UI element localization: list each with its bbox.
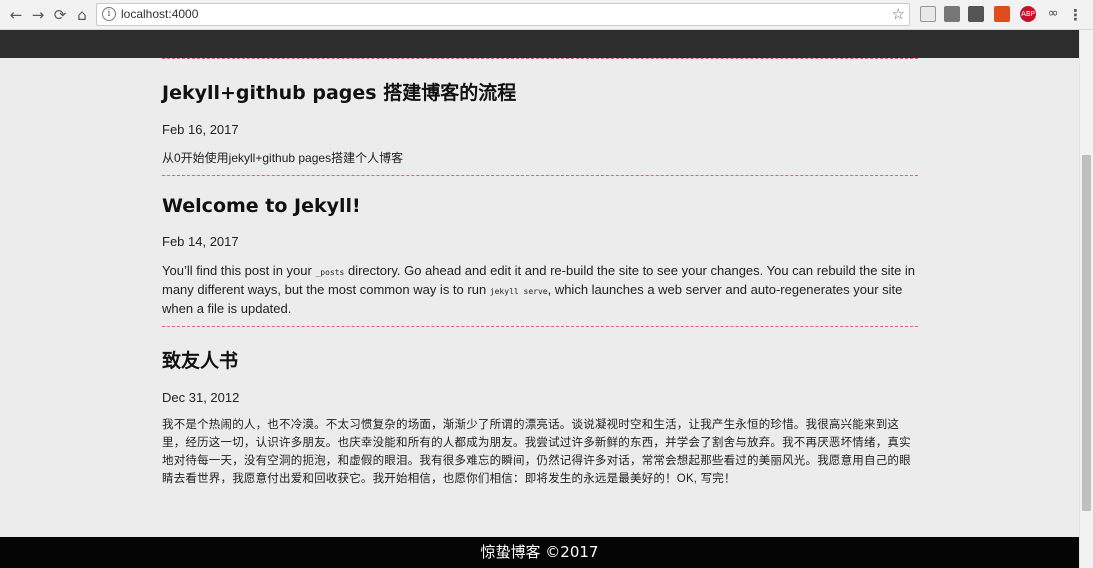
browser-toolbar: ← → ⟳ ⌂ i localhost:4000 ☆ ABP ∞ ⋮ — [0, 0, 1093, 30]
post-excerpt: You’ll find this post in your _posts dir… — [162, 262, 918, 317]
scrollbar-thumb[interactable] — [1082, 155, 1091, 511]
cast-icon[interactable] — [944, 6, 960, 22]
post-divider — [162, 58, 918, 59]
post-item: Jekyll+github pages 搭建博客的流程 Feb 16, 2017… — [162, 78, 918, 167]
glasses-icon[interactable]: ∞ — [1045, 6, 1061, 22]
address-bar[interactable]: i localhost:4000 ☆ — [96, 3, 910, 26]
forward-icon[interactable]: → — [28, 5, 48, 25]
reload-icon[interactable]: ⟳ — [50, 5, 70, 25]
post-title[interactable]: 致友人书 — [162, 346, 918, 373]
post-divider — [162, 175, 918, 176]
site-header — [0, 30, 1079, 58]
excerpt-text: You’ll find this post in your — [162, 263, 316, 278]
post-title[interactable]: Welcome to Jekyll! — [162, 195, 918, 217]
bookmark-star-icon[interactable]: ☆ — [892, 5, 905, 23]
post-date: Dec 31, 2012 — [162, 390, 240, 405]
reader-mode-icon[interactable] — [920, 6, 936, 22]
back-icon[interactable]: ← — [6, 5, 26, 25]
extensions-icon[interactable] — [968, 6, 984, 22]
browser-menu-icon[interactable]: ⋮ — [1068, 5, 1083, 25]
post-divider — [162, 326, 918, 327]
post-excerpt: 我不是个热闹的人，也不冷漠。不太习惯复杂的场面，渐渐少了所谓的漂亮话。谈说凝视时… — [162, 419, 911, 485]
post-excerpt: 从0开始使用jekyll+github pages搭建个人博客 — [162, 151, 404, 165]
adblock-plus-icon[interactable]: ABP — [1020, 6, 1036, 22]
url-text[interactable]: localhost:4000 — [121, 7, 198, 21]
site-footer: 惊蛰博客 ©2017 — [0, 537, 1079, 568]
post-date: Feb 16, 2017 — [162, 122, 239, 137]
site-info-icon[interactable]: i — [102, 7, 116, 21]
home-icon[interactable]: ⌂ — [72, 5, 92, 25]
inline-code: _posts — [315, 268, 345, 277]
footer-text: 惊蛰博客 ©2017 — [480, 543, 599, 561]
post-item: 致友人书 Dec 31, 2012 我不是个热闹的人，也不冷漠。不太习惯复杂的场… — [162, 346, 918, 488]
post-date: Feb 14, 2017 — [162, 234, 239, 249]
post-item: Welcome to Jekyll! Feb 14, 2017 You’ll f… — [162, 195, 918, 317]
inline-code: jekyll serve — [489, 287, 548, 296]
office-icon[interactable] — [994, 6, 1010, 22]
post-title[interactable]: Jekyll+github pages 搭建博客的流程 — [162, 78, 918, 105]
